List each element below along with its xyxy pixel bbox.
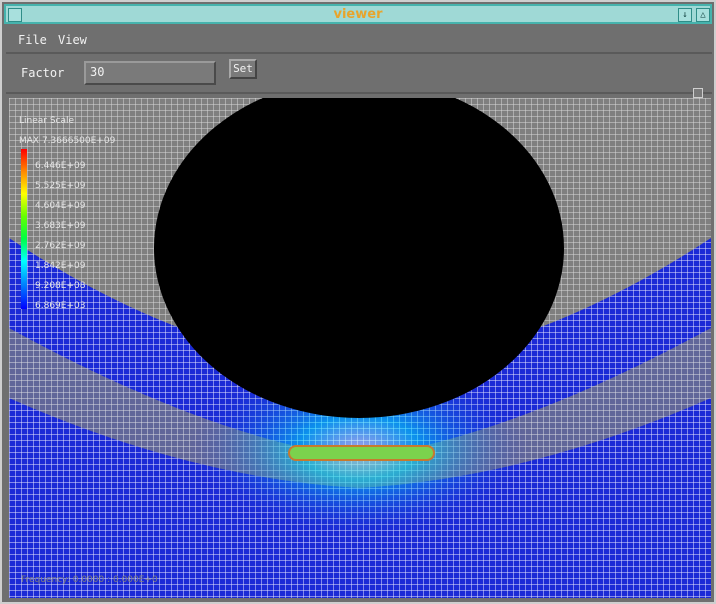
3d-viewport[interactable]: Linear Scale MAX 7.3666500E+09 6.446E+09… (9, 98, 711, 598)
legend-label: 9.208E+08 (35, 281, 86, 291)
factor-label: Factor (21, 66, 65, 80)
menu-bar: File View (6, 28, 712, 54)
resize-handle[interactable] (693, 88, 703, 98)
toolbar: Factor 30 Set (6, 56, 712, 94)
contact-patch (288, 445, 435, 461)
mesh-render (9, 98, 711, 598)
viewer-window: viewer ↓ △ File View Factor 30 Set Linea… (0, 0, 716, 604)
set-button[interactable]: Set (229, 59, 257, 79)
legend-label: 1.842E+09 (35, 261, 86, 271)
legend-label: 2.762E+09 (35, 241, 86, 251)
menu-view[interactable]: View (58, 33, 87, 47)
legend-color-bar (21, 149, 27, 309)
legend-label: 3.683E+09 (35, 221, 86, 231)
legend-max: MAX 7.3666500E+09 (19, 136, 116, 146)
minimize-button[interactable]: ↓ (678, 8, 692, 22)
frequency-readout: Frequency: 0.0000 : 0.000E+0 (21, 575, 158, 585)
legend-label: 6.869E+03 (35, 301, 86, 311)
title-bar[interactable]: viewer ↓ △ (4, 4, 712, 24)
window-title: viewer (333, 7, 383, 22)
legend-label: 4.604E+09 (35, 201, 86, 211)
factor-input[interactable]: 30 (84, 61, 216, 85)
legend-title: Linear Scale (19, 116, 75, 126)
menu-file[interactable]: File (18, 33, 47, 47)
legend-label: 5.525E+09 (35, 181, 86, 191)
legend-label: 6.446E+09 (35, 161, 86, 171)
maximize-button[interactable]: △ (696, 8, 710, 22)
